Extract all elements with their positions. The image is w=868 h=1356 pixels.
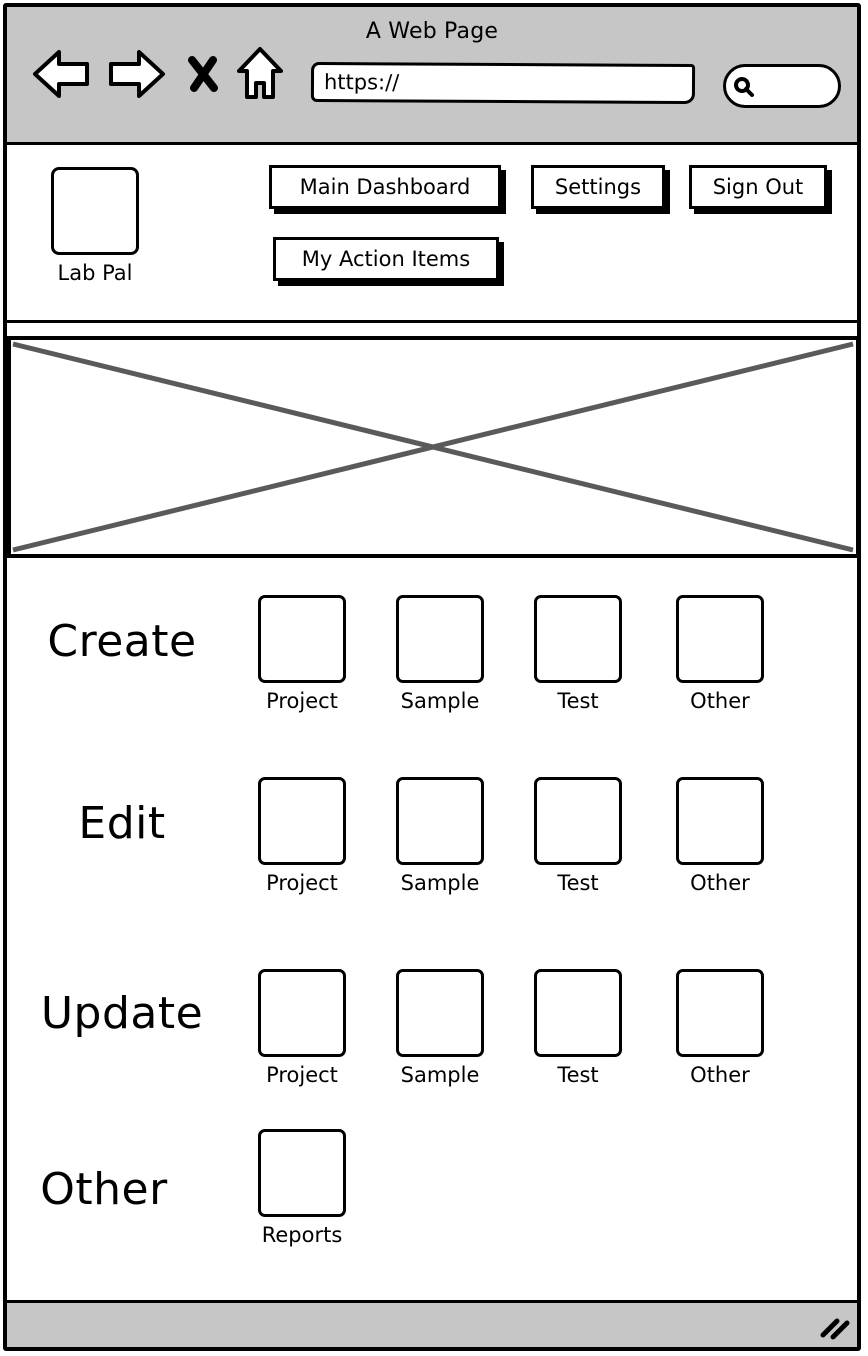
edit-project-icon bbox=[258, 777, 346, 865]
back-arrow-icon[interactable] bbox=[31, 47, 93, 101]
settings-label: Settings bbox=[554, 175, 642, 199]
update-other-icon bbox=[676, 969, 764, 1057]
edit-sample-tile[interactable]: Sample bbox=[390, 777, 490, 895]
section-label-edit: Edit bbox=[78, 798, 166, 849]
tile-label: Project bbox=[266, 871, 338, 895]
tile-label: Sample bbox=[400, 1063, 480, 1087]
edit-project-tile[interactable]: Project bbox=[252, 777, 352, 895]
my-action-items-button[interactable]: My Action Items bbox=[273, 237, 499, 281]
section-label-update: Update bbox=[40, 988, 204, 1039]
main-dashboard-label: Main Dashboard bbox=[299, 175, 471, 199]
update-test-tile[interactable]: Test bbox=[528, 969, 628, 1087]
update-sample-icon bbox=[396, 969, 484, 1057]
search-icon bbox=[734, 77, 754, 97]
create-other-icon bbox=[676, 595, 764, 683]
app-logo[interactable] bbox=[51, 167, 139, 255]
edit-other-icon bbox=[676, 777, 764, 865]
url-text: https:// bbox=[323, 70, 400, 95]
resize-grip-icon[interactable] bbox=[819, 1315, 851, 1341]
settings-button[interactable]: Settings bbox=[531, 165, 665, 209]
hero-image-placeholder bbox=[7, 336, 860, 558]
tile-label: Reports bbox=[261, 1223, 343, 1247]
browser-status-bar bbox=[7, 1300, 857, 1347]
app-name: Lab Pal bbox=[57, 261, 133, 285]
create-test-icon bbox=[534, 595, 622, 683]
edit-other-tile[interactable]: Other bbox=[670, 777, 770, 895]
create-other-tile[interactable]: Other bbox=[670, 595, 770, 713]
create-project-tile[interactable]: Project bbox=[252, 595, 352, 713]
edit-test-tile[interactable]: Test bbox=[528, 777, 628, 895]
image-placeholder-icon bbox=[12, 341, 854, 553]
sign-out-button[interactable]: Sign Out bbox=[689, 165, 827, 209]
browser-toolbar: A Web Page https:// bbox=[7, 7, 857, 145]
tile-label: Sample bbox=[400, 871, 480, 895]
tile-label: Test bbox=[557, 689, 599, 713]
forward-arrow-icon[interactable] bbox=[105, 47, 167, 101]
browser-search-input[interactable] bbox=[723, 64, 841, 108]
update-project-icon bbox=[258, 969, 346, 1057]
tile-label: Project bbox=[266, 1063, 338, 1087]
edit-test-icon bbox=[534, 777, 622, 865]
update-test-icon bbox=[534, 969, 622, 1057]
create-sample-tile[interactable]: Sample bbox=[390, 595, 490, 713]
close-icon[interactable] bbox=[185, 55, 221, 93]
create-sample-icon bbox=[396, 595, 484, 683]
tile-label: Other bbox=[690, 1063, 750, 1087]
tile-label: Test bbox=[557, 1063, 599, 1087]
tile-label: Sample bbox=[400, 689, 480, 713]
create-project-icon bbox=[258, 595, 346, 683]
url-input[interactable]: https:// bbox=[310, 61, 696, 105]
tile-label: Other bbox=[690, 689, 750, 713]
app-header: Lab Pal Main Dashboard Settings Sign Out… bbox=[7, 145, 857, 323]
reports-tile[interactable]: Reports bbox=[252, 1129, 352, 1247]
tile-label: Test bbox=[557, 871, 599, 895]
edit-sample-icon bbox=[396, 777, 484, 865]
sign-out-label: Sign Out bbox=[712, 175, 804, 199]
my-action-items-label: My Action Items bbox=[301, 247, 471, 271]
section-label-other: Other bbox=[40, 1164, 168, 1215]
update-sample-tile[interactable]: Sample bbox=[390, 969, 490, 1087]
tile-label: Project bbox=[266, 689, 338, 713]
browser-page-title: A Web Page bbox=[365, 19, 499, 44]
home-icon[interactable] bbox=[235, 45, 285, 101]
reports-icon bbox=[258, 1129, 346, 1217]
main-dashboard-button[interactable]: Main Dashboard bbox=[269, 165, 501, 209]
update-project-tile[interactable]: Project bbox=[252, 969, 352, 1087]
tile-label: Other bbox=[690, 871, 750, 895]
section-label-create: Create bbox=[47, 616, 197, 667]
update-other-tile[interactable]: Other bbox=[670, 969, 770, 1087]
create-test-tile[interactable]: Test bbox=[528, 595, 628, 713]
